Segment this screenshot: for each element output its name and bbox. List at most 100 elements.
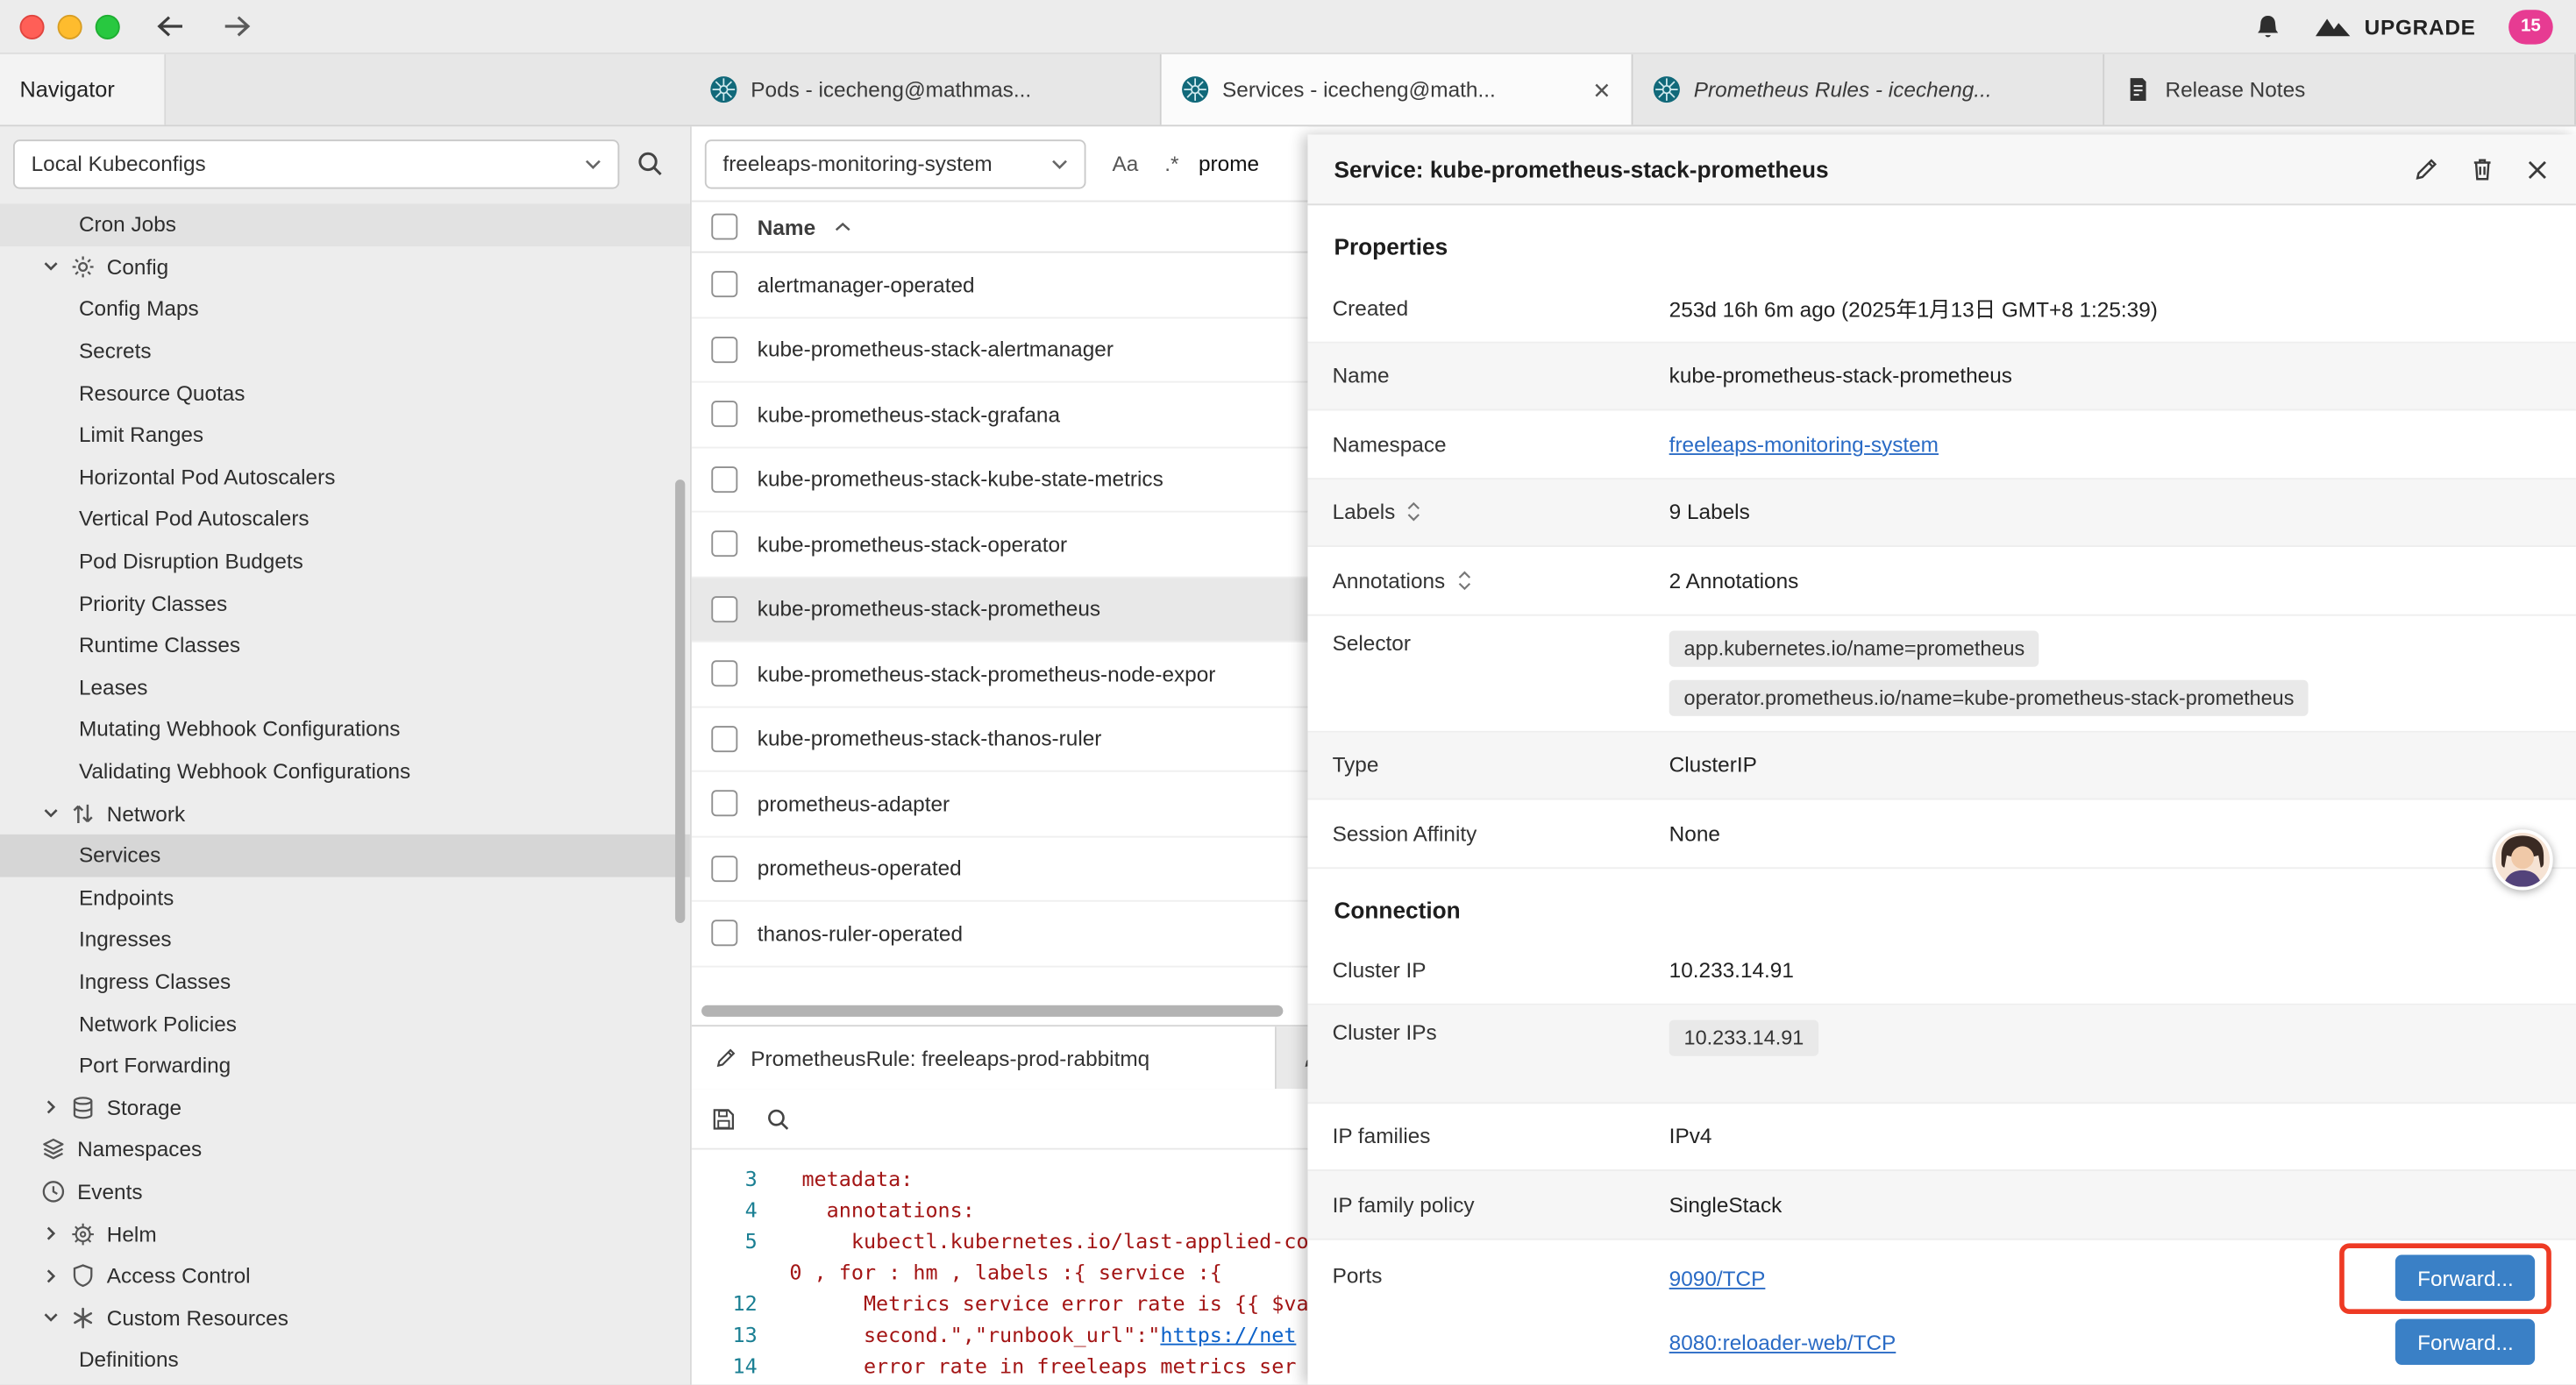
editor-tab-partial[interactable] [1280,1026,1308,1089]
sidebar-item-vertical-pod-autoscalers[interactable]: Vertical Pod Autoscalers [0,498,690,540]
table-row[interactable]: kube-prometheus-stack-operator [692,513,1308,578]
row-checkbox[interactable] [711,531,737,558]
scrollbar-thumb[interactable] [701,1005,1283,1017]
expander-icon[interactable] [1456,568,1471,593]
sidebar-item-resource-quotas[interactable]: Resource Quotas [0,372,690,414]
row-checkbox[interactable] [711,401,737,428]
close-tab-icon[interactable] [1592,80,1612,99]
table-row[interactable]: kube-prometheus-stack-thanos-ruler [692,707,1308,772]
table-row[interactable]: alertmanager-operated [692,253,1308,318]
row-checkbox[interactable] [711,920,737,947]
sidebar-item-network-policies[interactable]: Network Policies [0,1002,690,1044]
close-panel-icon[interactable] [2525,157,2550,181]
sidebar-item-port-forwarding[interactable]: Port Forwarding [0,1044,690,1086]
tab-prometheus-rules-icecheng[interactable]: Prometheus Rules - icecheng... [1633,54,2104,125]
expander-icon[interactable] [1406,500,1421,524]
back-button[interactable] [156,15,186,38]
table-row[interactable]: kube-prometheus-stack-grafana [692,383,1308,448]
sidebar-item-definitions[interactable]: Definitions [0,1339,690,1381]
sidebar-item-endpoints[interactable]: Endpoints [0,877,690,919]
namespace-link[interactable]: freeleaps-monitoring-system [1669,431,1939,456]
sidebar-scrollbar[interactable] [675,479,685,923]
sidebar-item-pod-disruption-budgets[interactable]: Pod Disruption Budgets [0,540,690,582]
tab-label: Prometheus Rules - icecheng... [1694,77,1992,102]
tab-services-icecheng-math[interactable]: Services - icecheng@math... [1162,54,1633,125]
sidebar-item-priority-classes[interactable]: Priority Classes [0,582,690,624]
maximize-window-button[interactable] [96,14,120,39]
minimize-window-button[interactable] [58,14,82,39]
match-case-toggle[interactable]: Aa [1112,151,1138,175]
detail-label: Selector [1333,630,1669,655]
sidebar-item-ingress-classes[interactable]: Ingress Classes [0,961,690,1003]
sidebar-item-validating-webhook-configurations[interactable]: Validating Webhook Configurations [0,750,690,792]
sidebar-item-limit-ranges[interactable]: Limit Ranges [0,414,690,456]
regex-toggle[interactable]: .* [1164,151,1178,175]
sidebar-item-config-maps[interactable]: Config Maps [0,288,690,330]
sidebar-item-mutating-webhook-configurations[interactable]: Mutating Webhook Configurations [0,708,690,750]
forward-button[interactable]: Forward... [2396,1255,2535,1301]
sort-ascending-icon[interactable] [836,222,852,231]
row-checkbox[interactable] [711,726,737,752]
code-editor[interactable]: 3metadata:4annotations:5kubectl.kubernet… [692,1150,1308,1385]
avatar[interactable] [2492,829,2552,890]
row-checkbox[interactable] [711,856,737,882]
sidebar-search-icon[interactable] [636,150,664,178]
table-row[interactable]: kube-prometheus-stack-prometheus-node-ex… [692,643,1308,707]
name-column-header[interactable]: Name [758,215,815,239]
sidebar-item-helm[interactable]: Helm [0,1212,690,1254]
sidebar-item-network[interactable]: Network [0,792,690,835]
sidebar-item-runtime-classes[interactable]: Runtime Classes [0,624,690,666]
forward-button[interactable] [222,15,252,38]
sidebar-item-leases[interactable]: Leases [0,666,690,708]
sidebar-item-events[interactable]: Events [0,1170,690,1212]
sidebar-item-access-control[interactable]: Access Control [0,1254,690,1296]
search-query[interactable]: prome [1199,151,1259,175]
detail-row-session-affinity: Session AffinityNone [1307,799,2575,868]
port-link[interactable]: 9090/TCP [1669,1266,1766,1290]
service-name: prometheus-operated [758,856,962,881]
horizontal-scrollbar[interactable] [701,1005,1301,1017]
row-checkbox[interactable] [711,791,737,817]
table-row[interactable]: kube-prometheus-stack-prometheus [692,578,1308,643]
detail-label: Session Affinity [1333,820,1669,845]
sidebar-item-secrets[interactable]: Secrets [0,330,690,372]
sidebar-item-label: Storage [107,1095,181,1119]
editor-tab[interactable]: PrometheusRule: freeleaps-prod-rabbitmq [692,1026,1277,1089]
upgrade-button[interactable]: UPGRADE [2315,14,2475,39]
close-window-button[interactable] [19,14,44,39]
notifications-bell-icon[interactable] [2254,12,2282,40]
sidebar-item-services[interactable]: Services [0,835,690,877]
delete-icon[interactable] [2469,156,2495,182]
navigator-tab[interactable]: Navigator [0,54,166,125]
sidebar-item-custom-resources[interactable]: Custom Resources [0,1296,690,1339]
select-all-checkbox[interactable] [711,214,737,240]
sidebar-item-horizontal-pod-autoscalers[interactable]: Horizontal Pod Autoscalers [0,456,690,498]
table-row[interactable]: kube-prometheus-stack-alertmanager [692,318,1308,383]
detail-body: PropertiesCreated253d 16h 6m ago (2025年1… [1307,205,2575,1384]
notification-badge[interactable]: 15 [2508,9,2553,43]
row-checkbox[interactable] [711,272,737,298]
editor-search-icon[interactable] [765,1106,790,1131]
tab-pods-icecheng-mathmas[interactable]: Pods - icecheng@mathmas... [690,54,1162,125]
sidebar-item-ingresses[interactable]: Ingresses [0,919,690,961]
row-checkbox[interactable] [711,661,737,687]
table-row[interactable]: thanos-ruler-operated [692,902,1308,967]
kubeconfig-selector[interactable]: Local Kubeconfigs [13,138,619,188]
sidebar-item-storage[interactable]: Storage [0,1086,690,1128]
table-row[interactable]: prometheus-adapter [692,772,1308,837]
table-row[interactable]: prometheus-operated [692,837,1308,902]
code-line: 3metadata: [692,1163,1308,1195]
sidebar-item-config[interactable]: Config [0,245,690,288]
edit-icon[interactable] [2413,156,2439,182]
row-checkbox[interactable] [711,337,737,363]
sidebar-item-cron-jobs[interactable]: Cron Jobs [0,203,690,245]
tab-release-notes[interactable]: Release Notes [2104,54,2576,125]
row-checkbox[interactable] [711,466,737,493]
row-checkbox[interactable] [711,596,737,622]
save-icon[interactable] [711,1106,736,1131]
sidebar-item-namespaces[interactable]: Namespaces [0,1128,690,1170]
namespace-filter[interactable]: freeleaps-monitoring-system [705,138,1086,188]
forward-button[interactable]: Forward... [2396,1319,2535,1365]
table-row[interactable]: kube-prometheus-stack-kube-state-metrics [692,448,1308,513]
port-link[interactable]: 8080:reloader-web/TCP [1669,1330,1896,1354]
